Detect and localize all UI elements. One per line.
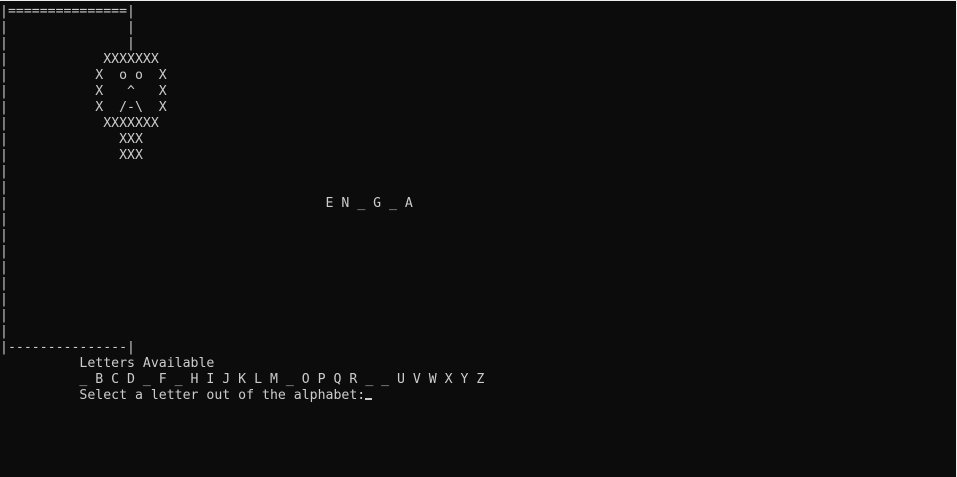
hangman-nose: | X ^ X xyxy=(0,84,167,99)
hangman-mouth: | X /-\ X xyxy=(0,100,167,115)
gallows-post: | xyxy=(0,180,8,195)
gallows-post: | xyxy=(0,324,8,339)
input-prompt-line[interactable]: Select a letter out of the alphabet: xyxy=(0,388,373,404)
gallows-post: | xyxy=(0,164,8,179)
text-cursor[interactable] xyxy=(365,398,373,400)
hangman-head-bottom: | XXXXXXX xyxy=(0,116,159,131)
gallows-post: | xyxy=(0,244,8,259)
gallows-post: | xyxy=(0,228,8,243)
word-display: | E N _ G _ A xyxy=(0,196,413,211)
gallows-rope: | | xyxy=(0,20,135,35)
gallows-base: |---------------| xyxy=(0,340,135,355)
hangman-neck: | XXX xyxy=(0,132,143,147)
gallows-post: | xyxy=(0,308,8,323)
gallows-post: | xyxy=(0,276,8,291)
input-prompt-text: Select a letter out of the alphabet: xyxy=(0,388,366,403)
gallows-post: | xyxy=(0,212,8,227)
hangman-head-top: | XXXXXXX xyxy=(0,52,159,67)
console-window: |===============| | | | | | XXXXXXX | X … xyxy=(0,0,957,477)
letters-available-list: _ B C D _ F _ H I J K L M _ O P Q R _ _ … xyxy=(0,372,485,387)
hangman-eyes: | X o o X xyxy=(0,68,167,83)
gallows-rope: | | xyxy=(0,36,135,51)
gallows-top-beam: |===============| xyxy=(0,4,135,19)
hangman-neck: | XXX xyxy=(0,148,143,163)
gallows-post: | xyxy=(0,260,8,275)
gallows-post: | xyxy=(0,292,8,307)
letters-available-heading: Letters Available xyxy=(0,356,215,371)
